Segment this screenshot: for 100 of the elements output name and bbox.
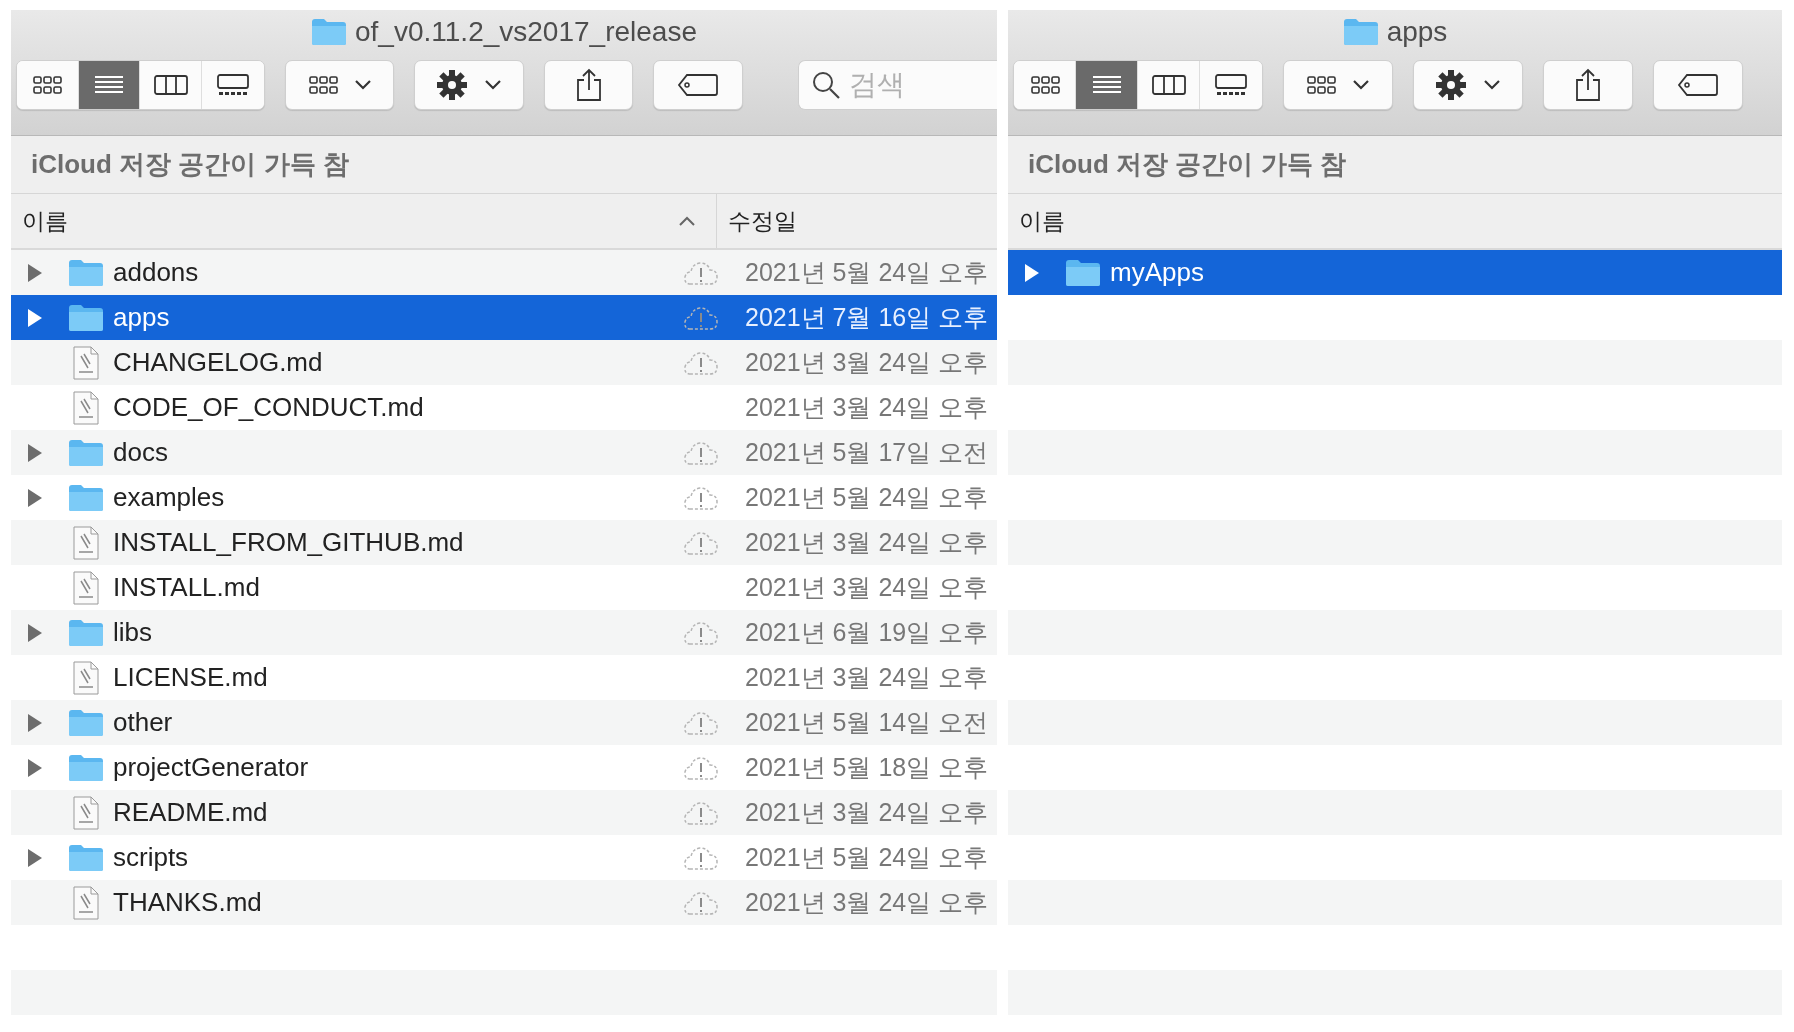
file-name: docs xyxy=(113,436,169,469)
view-mode-button[interactable] xyxy=(1076,61,1138,109)
modified-date: 2021년 5월 18일 오후 xyxy=(744,751,990,783)
icon-grid-icon xyxy=(1306,74,1336,96)
file-row[interactable]: docs 2021년 5월 17일 오전 xyxy=(11,430,997,475)
modified-date: 2021년 3월 24일 오후 xyxy=(744,346,990,378)
folder-icon xyxy=(68,708,104,737)
modified-date: 2021년 5월 17일 오전 xyxy=(744,436,990,468)
file-name: examples xyxy=(113,481,226,514)
tag-icon xyxy=(677,73,720,97)
folder-icon xyxy=(311,18,347,46)
file-name: LICENSE.md xyxy=(113,661,269,694)
modified-date: 2021년 3월 24일 오후 xyxy=(744,526,990,558)
file-row[interactable]: THANKS.md 2021년 3월 24일 오후 xyxy=(11,880,997,925)
text-document-icon xyxy=(72,525,100,560)
modified-date: 2021년 3월 24일 오후 xyxy=(744,886,990,918)
storage-full-notice: iCloud 저장 공간이 가득 참 xyxy=(1028,148,1346,181)
disclosure-triangle-icon xyxy=(27,262,43,283)
file-name: CODE_OF_CONDUCT.md xyxy=(113,391,425,424)
folder-icon xyxy=(1342,18,1379,46)
modified-date: 2021년 5월 24일 오후 xyxy=(744,481,990,513)
folder-icon xyxy=(68,438,104,467)
group-button[interactable] xyxy=(284,60,395,110)
view-mode-button[interactable] xyxy=(17,61,79,109)
file-row[interactable]: INSTALL_FROM_GITHUB.md 2021년 3월 24일 오후 xyxy=(11,520,997,565)
file-name: INSTALL_FROM_GITHUB.md xyxy=(113,526,465,559)
tag-button[interactable] xyxy=(1653,60,1743,110)
view-mode-button[interactable] xyxy=(1014,61,1076,109)
text-document-icon xyxy=(72,660,100,695)
file-name: other xyxy=(113,706,174,739)
file-row[interactable]: addons 2021년 5월 24일 오후 xyxy=(11,250,997,295)
icon-grid-icon xyxy=(1029,74,1060,96)
view-mode-button[interactable] xyxy=(202,61,264,109)
share-icon xyxy=(1575,68,1601,102)
disclosure-triangle-icon xyxy=(27,757,43,778)
column-header[interactable]: 수정일 xyxy=(717,194,997,248)
columns-icon xyxy=(153,74,188,96)
file-name: README.md xyxy=(113,796,269,829)
disclosure-triangle-icon xyxy=(1024,262,1040,283)
modified-date: 2021년 5월 24일 오후 xyxy=(744,841,990,873)
modified-date: 2021년 3월 24일 오후 xyxy=(744,391,990,423)
folder-icon xyxy=(68,258,104,287)
tag-button[interactable] xyxy=(653,60,743,110)
disclosure-triangle-icon xyxy=(27,712,43,733)
disclosure-triangle-icon xyxy=(27,442,43,463)
text-document-icon xyxy=(72,570,100,605)
icon-grid-icon xyxy=(32,74,63,96)
view-mode-button[interactable] xyxy=(1200,61,1262,109)
disclosure-triangle-icon xyxy=(27,487,43,508)
file-name: apps xyxy=(113,301,171,334)
file-row[interactable]: README.md 2021년 3월 24일 오후 xyxy=(11,790,997,835)
disclosure-triangle-icon xyxy=(27,847,43,868)
file-row[interactable]: libs 2021년 6월 19일 오후 xyxy=(11,610,997,655)
search-input[interactable]: 검색 xyxy=(848,64,969,106)
icon-grid-icon xyxy=(307,74,338,96)
list-lines-icon xyxy=(1091,74,1122,96)
modified-date: 2021년 3월 24일 오후 xyxy=(744,796,990,828)
window-title: apps xyxy=(1386,15,1448,49)
action-button[interactable] xyxy=(414,60,524,110)
file-row[interactable]: myApps xyxy=(1008,250,1782,295)
folder-icon xyxy=(68,618,104,647)
file-name: addons xyxy=(113,256,200,289)
file-name: INSTALL.md xyxy=(113,571,261,604)
modified-date: 2021년 7월 16일 오후 xyxy=(744,301,990,333)
share-icon xyxy=(575,68,602,102)
folder-icon xyxy=(68,843,104,872)
chevron-down-icon xyxy=(353,79,372,91)
chevron-down-icon xyxy=(484,79,502,91)
group-button[interactable] xyxy=(1283,60,1393,110)
share-button[interactable] xyxy=(1543,60,1633,110)
column-header[interactable]: 이름 xyxy=(11,194,717,248)
file-name: THANKS.md xyxy=(113,886,263,919)
search-icon xyxy=(810,70,841,100)
modified-date: 2021년 3월 24일 오후 xyxy=(744,571,990,603)
file-row[interactable]: other 2021년 5월 14일 오전 xyxy=(11,700,997,745)
file-name: scripts xyxy=(113,841,190,874)
text-document-icon xyxy=(72,345,100,380)
gear-icon xyxy=(1435,69,1467,101)
action-button[interactable] xyxy=(1413,60,1523,110)
columns-icon xyxy=(1151,74,1186,96)
modified-date: 2021년 5월 14일 오전 xyxy=(744,706,990,738)
view-mode-button[interactable] xyxy=(78,61,141,109)
share-button[interactable] xyxy=(543,60,634,110)
text-document-icon xyxy=(72,390,100,425)
view-mode-button[interactable] xyxy=(1138,61,1200,109)
file-row[interactable]: CHANGELOG.md 2021년 3월 24일 오후 xyxy=(11,340,997,385)
modified-date: 2021년 6월 19일 오후 xyxy=(744,616,990,648)
gear-icon xyxy=(436,69,468,101)
list-lines-icon xyxy=(94,74,125,96)
gallery-icon xyxy=(216,74,249,96)
search-field[interactable]: 검색 xyxy=(797,60,997,110)
file-name: myApps xyxy=(1110,256,1205,289)
view-mode-button[interactable] xyxy=(140,61,203,109)
chevron-down-icon xyxy=(1352,79,1370,91)
storage-full-notice: iCloud 저장 공간이 가득 참 xyxy=(31,148,349,181)
disclosure-triangle-icon xyxy=(27,307,43,328)
file-name: CHANGELOG.md xyxy=(113,346,324,379)
column-header[interactable]: 이름 xyxy=(1008,194,1782,248)
file-row[interactable]: apps 2021년 7월 16일 오후 xyxy=(11,295,997,340)
disclosure-triangle-icon xyxy=(27,622,43,643)
